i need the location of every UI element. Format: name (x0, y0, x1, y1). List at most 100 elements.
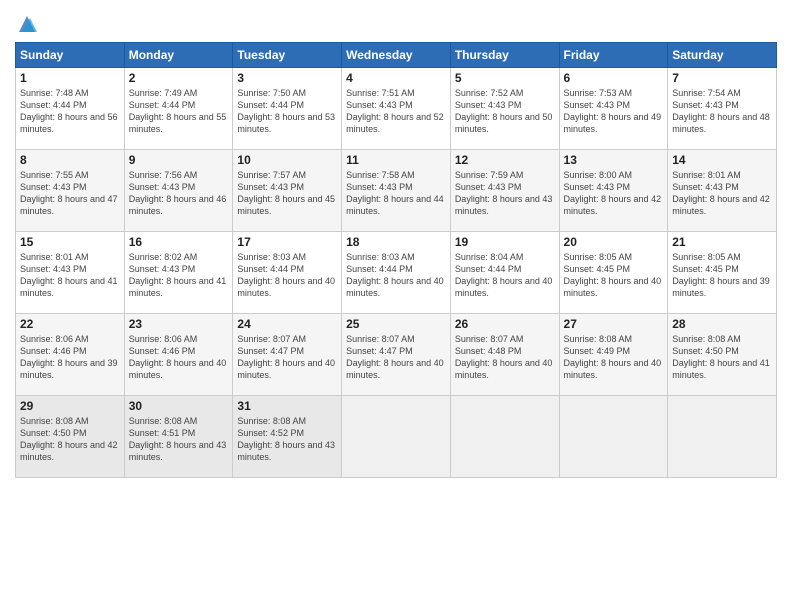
daylight-label: Daylight: 8 hours and 55 minutes. (129, 112, 227, 134)
weekday-wednesday: Wednesday (342, 43, 451, 68)
daylight-label: Daylight: 8 hours and 50 minutes. (455, 112, 553, 134)
weekday-friday: Friday (559, 43, 668, 68)
page-container: SundayMondayTuesdayWednesdayThursdayFrid… (0, 0, 792, 488)
sunset-label: Sunset: 4:50 PM (20, 428, 87, 438)
daylight-label: Daylight: 8 hours and 52 minutes. (346, 112, 444, 134)
day-number: 30 (129, 399, 229, 413)
daylight-label: Daylight: 8 hours and 39 minutes. (20, 358, 118, 380)
day-info: Sunrise: 8:03 AM Sunset: 4:44 PM Dayligh… (237, 251, 337, 300)
week-row-2: 8 Sunrise: 7:55 AM Sunset: 4:43 PM Dayli… (16, 150, 777, 232)
day-number: 12 (455, 153, 555, 167)
calendar-cell: 7 Sunrise: 7:54 AM Sunset: 4:43 PM Dayli… (668, 68, 777, 150)
calendar-cell: 8 Sunrise: 7:55 AM Sunset: 4:43 PM Dayli… (16, 150, 125, 232)
day-number: 9 (129, 153, 229, 167)
week-row-4: 22 Sunrise: 8:06 AM Sunset: 4:46 PM Dayl… (16, 314, 777, 396)
day-info: Sunrise: 8:07 AM Sunset: 4:48 PM Dayligh… (455, 333, 555, 382)
logo-text (15, 14, 37, 34)
day-number: 23 (129, 317, 229, 331)
sunrise-label: Sunrise: 8:04 AM (455, 252, 524, 262)
sunset-label: Sunset: 4:49 PM (564, 346, 631, 356)
daylight-label: Daylight: 8 hours and 40 minutes. (346, 358, 444, 380)
sunrise-label: Sunrise: 8:06 AM (20, 334, 89, 344)
sunset-label: Sunset: 4:51 PM (129, 428, 196, 438)
sunrise-label: Sunrise: 7:53 AM (564, 88, 633, 98)
logo (15, 14, 37, 34)
sunrise-label: Sunrise: 7:51 AM (346, 88, 415, 98)
calendar-cell: 27 Sunrise: 8:08 AM Sunset: 4:49 PM Dayl… (559, 314, 668, 396)
day-number: 27 (564, 317, 664, 331)
sunrise-label: Sunrise: 7:49 AM (129, 88, 198, 98)
day-number: 31 (237, 399, 337, 413)
day-number: 14 (672, 153, 772, 167)
day-number: 5 (455, 71, 555, 85)
daylight-label: Daylight: 8 hours and 43 minutes. (237, 440, 335, 462)
sunrise-label: Sunrise: 8:02 AM (129, 252, 198, 262)
day-info: Sunrise: 7:50 AM Sunset: 4:44 PM Dayligh… (237, 87, 337, 136)
sunrise-label: Sunrise: 8:03 AM (237, 252, 306, 262)
sunset-label: Sunset: 4:44 PM (455, 264, 522, 274)
sunset-label: Sunset: 4:44 PM (237, 100, 304, 110)
daylight-label: Daylight: 8 hours and 40 minutes. (455, 276, 553, 298)
sunset-label: Sunset: 4:43 PM (20, 182, 87, 192)
sunrise-label: Sunrise: 8:07 AM (455, 334, 524, 344)
day-number: 15 (20, 235, 120, 249)
daylight-label: Daylight: 8 hours and 48 minutes. (672, 112, 770, 134)
sunrise-label: Sunrise: 8:08 AM (672, 334, 741, 344)
sunset-label: Sunset: 4:47 PM (237, 346, 304, 356)
calendar-cell: 10 Sunrise: 7:57 AM Sunset: 4:43 PM Dayl… (233, 150, 342, 232)
sunset-label: Sunset: 4:44 PM (20, 100, 87, 110)
calendar-cell: 11 Sunrise: 7:58 AM Sunset: 4:43 PM Dayl… (342, 150, 451, 232)
day-info: Sunrise: 8:02 AM Sunset: 4:43 PM Dayligh… (129, 251, 229, 300)
sunrise-label: Sunrise: 8:05 AM (672, 252, 741, 262)
day-number: 24 (237, 317, 337, 331)
day-number: 18 (346, 235, 446, 249)
day-info: Sunrise: 7:56 AM Sunset: 4:43 PM Dayligh… (129, 169, 229, 218)
calendar-body: 1 Sunrise: 7:48 AM Sunset: 4:44 PM Dayli… (16, 68, 777, 478)
day-number: 16 (129, 235, 229, 249)
sunrise-label: Sunrise: 7:54 AM (672, 88, 741, 98)
sunset-label: Sunset: 4:43 PM (455, 182, 522, 192)
sunset-label: Sunset: 4:43 PM (20, 264, 87, 274)
sunrise-label: Sunrise: 8:00 AM (564, 170, 633, 180)
day-number: 3 (237, 71, 337, 85)
sunset-label: Sunset: 4:44 PM (346, 264, 413, 274)
sunset-label: Sunset: 4:50 PM (672, 346, 739, 356)
sunset-label: Sunset: 4:44 PM (129, 100, 196, 110)
sunset-label: Sunset: 4:43 PM (672, 182, 739, 192)
sunrise-label: Sunrise: 8:05 AM (564, 252, 633, 262)
sunset-label: Sunset: 4:46 PM (129, 346, 196, 356)
weekday-header-row: SundayMondayTuesdayWednesdayThursdayFrid… (16, 43, 777, 68)
day-info: Sunrise: 8:06 AM Sunset: 4:46 PM Dayligh… (20, 333, 120, 382)
day-info: Sunrise: 8:06 AM Sunset: 4:46 PM Dayligh… (129, 333, 229, 382)
week-row-5: 29 Sunrise: 8:08 AM Sunset: 4:50 PM Dayl… (16, 396, 777, 478)
sunset-label: Sunset: 4:43 PM (564, 182, 631, 192)
sunset-label: Sunset: 4:43 PM (129, 264, 196, 274)
day-info: Sunrise: 8:01 AM Sunset: 4:43 PM Dayligh… (20, 251, 120, 300)
calendar-cell (342, 396, 451, 478)
daylight-label: Daylight: 8 hours and 42 minutes. (20, 440, 118, 462)
calendar-cell: 24 Sunrise: 8:07 AM Sunset: 4:47 PM Dayl… (233, 314, 342, 396)
sunrise-label: Sunrise: 7:56 AM (129, 170, 198, 180)
day-number: 26 (455, 317, 555, 331)
day-number: 2 (129, 71, 229, 85)
sunset-label: Sunset: 4:44 PM (237, 264, 304, 274)
day-info: Sunrise: 7:57 AM Sunset: 4:43 PM Dayligh… (237, 169, 337, 218)
calendar-cell: 3 Sunrise: 7:50 AM Sunset: 4:44 PM Dayli… (233, 68, 342, 150)
daylight-label: Daylight: 8 hours and 42 minutes. (672, 194, 770, 216)
calendar-cell: 14 Sunrise: 8:01 AM Sunset: 4:43 PM Dayl… (668, 150, 777, 232)
day-number: 4 (346, 71, 446, 85)
day-info: Sunrise: 8:08 AM Sunset: 4:52 PM Dayligh… (237, 415, 337, 464)
day-info: Sunrise: 7:49 AM Sunset: 4:44 PM Dayligh… (129, 87, 229, 136)
day-number: 28 (672, 317, 772, 331)
header (15, 10, 777, 34)
daylight-label: Daylight: 8 hours and 42 minutes. (564, 194, 662, 216)
calendar-cell: 12 Sunrise: 7:59 AM Sunset: 4:43 PM Dayl… (450, 150, 559, 232)
sunset-label: Sunset: 4:43 PM (455, 100, 522, 110)
sunset-label: Sunset: 4:43 PM (564, 100, 631, 110)
sunrise-label: Sunrise: 8:07 AM (237, 334, 306, 344)
week-row-1: 1 Sunrise: 7:48 AM Sunset: 4:44 PM Dayli… (16, 68, 777, 150)
day-number: 13 (564, 153, 664, 167)
day-number: 1 (20, 71, 120, 85)
calendar-cell: 6 Sunrise: 7:53 AM Sunset: 4:43 PM Dayli… (559, 68, 668, 150)
day-number: 25 (346, 317, 446, 331)
